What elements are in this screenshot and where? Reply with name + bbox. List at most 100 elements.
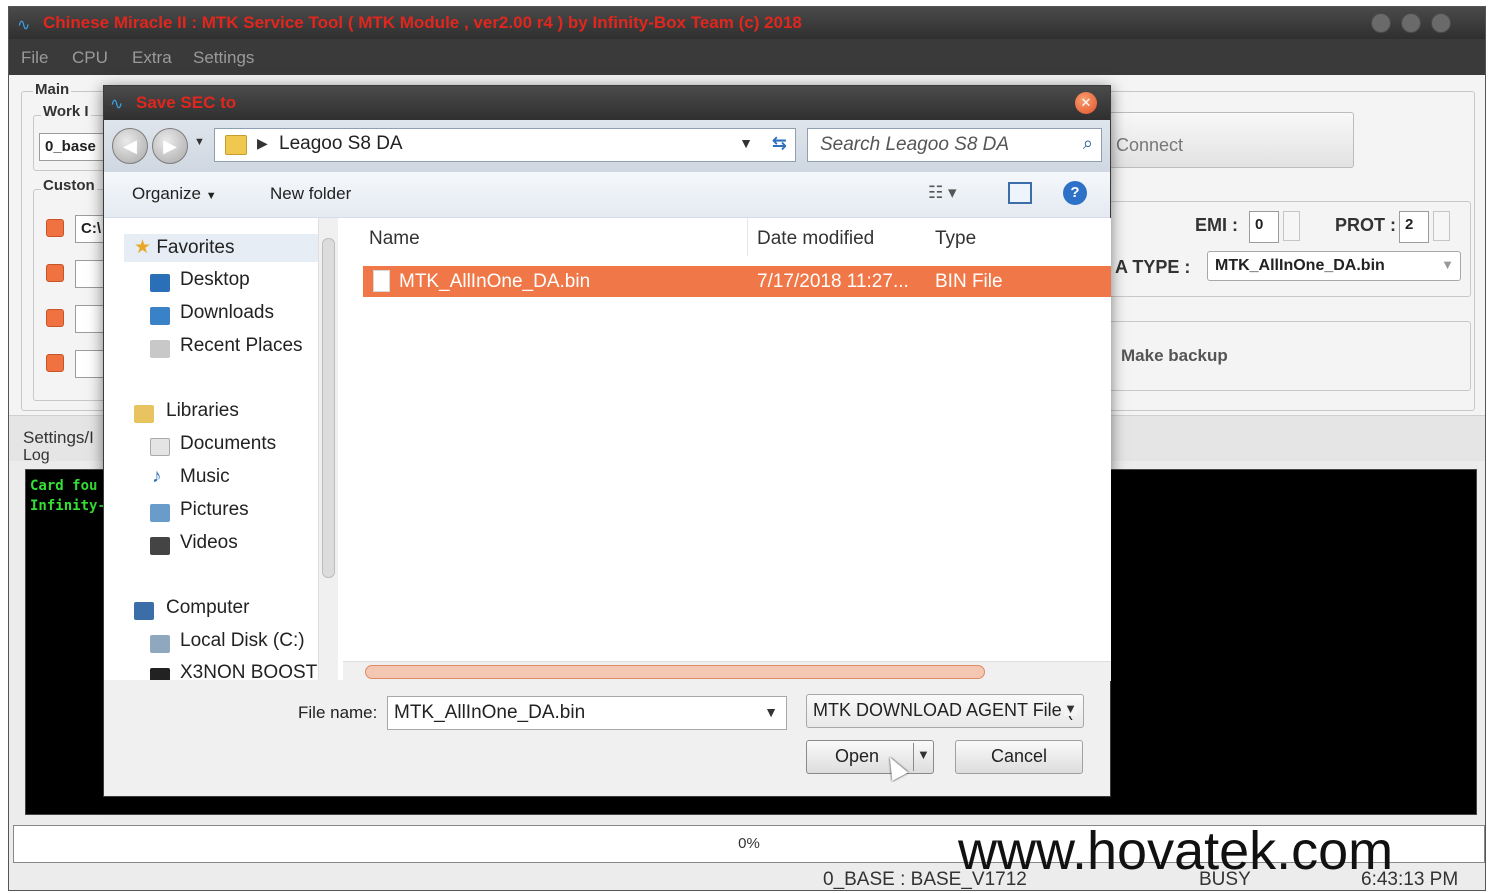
nav-documents[interactable]: Documents	[180, 433, 276, 455]
nav-desktop[interactable]: Desktop	[180, 269, 250, 291]
search-input[interactable]: Search Leagoo S8 DA ⌕	[807, 128, 1102, 162]
recent-pages-icon[interactable]: ▼	[194, 136, 205, 148]
dialog-titlebar[interactable]: ∿ Save SEC to ✕	[104, 86, 1110, 120]
file-list: Name Date modified Type MTK_AllInOne_DA.…	[341, 218, 1111, 680]
dialog-close-icon[interactable]: ✕	[1075, 92, 1097, 114]
address-row: ◀ ▶ ▼ ▶ Leagoo S8 DA ▼ ⇆ Search Leagoo S…	[104, 120, 1110, 172]
folder-icon	[225, 135, 247, 155]
column-name-header[interactable]: Name	[369, 228, 420, 250]
navigation-pane: ★ Favorites Desktop Downloads Recent Pla…	[104, 218, 341, 680]
sd-card-icon	[150, 668, 170, 680]
file-list-scrollbar[interactable]	[343, 661, 1111, 681]
toolbar: Organize ▼ New folder ☷ ▾ ?	[104, 172, 1110, 218]
file-type-value: MTK DOWNLOAD AGENT File (	[813, 700, 1073, 720]
search-placeholder: Search Leagoo S8 DA	[820, 134, 1010, 155]
app-title: Chinese Miracle II : MTK Service Tool ( …	[43, 13, 802, 32]
minimize-icon[interactable]	[1371, 13, 1391, 33]
nav-pictures[interactable]: Pictures	[180, 499, 249, 521]
connect-button[interactable]: Connect	[1109, 112, 1354, 168]
dialog-title: Save SEC to	[136, 93, 237, 112]
file-name-value: MTK_AllInOne_DA.bin	[394, 702, 586, 723]
address-bar[interactable]: ▶ Leagoo S8 DA ▼ ⇆	[214, 128, 796, 162]
nav-videos[interactable]: Videos	[180, 532, 238, 554]
nav-computer[interactable]: Computer	[166, 597, 249, 619]
cancel-button[interactable]: Cancel	[955, 740, 1083, 774]
help-icon[interactable]: ?	[1063, 181, 1087, 205]
emi-input[interactable]: 0	[1249, 211, 1279, 243]
chevron-down-icon[interactable]: ▼	[764, 704, 778, 720]
organize-label: Organize	[132, 184, 201, 203]
file-date: 7/17/2018 11:27...	[757, 271, 909, 292]
nav-downloads[interactable]: Downloads	[180, 302, 274, 324]
forward-icon[interactable]: ▶	[152, 128, 188, 164]
dialog-logo-icon: ∿	[110, 96, 124, 113]
custom-checkbox-3[interactable]	[46, 309, 64, 327]
menu-file[interactable]: File	[21, 48, 48, 68]
prot-input[interactable]: 2	[1399, 211, 1429, 243]
column-date-header[interactable]: Date modified	[757, 228, 874, 250]
emi-spinner[interactable]	[1283, 211, 1300, 241]
app-titlebar[interactable]: ∿ Chinese Miracle II : MTK Service Tool …	[9, 7, 1485, 39]
nav-libraries[interactable]: Libraries	[166, 400, 239, 422]
menu-settings[interactable]: Settings	[193, 48, 254, 68]
back-icon[interactable]: ◀	[112, 128, 148, 164]
nav-favorites[interactable]: ★ Favorites	[134, 236, 234, 259]
music-icon: ♪	[152, 466, 162, 487]
file-name: MTK_AllInOne_DA.bin	[399, 271, 591, 292]
work-group-label: Work I	[41, 103, 91, 120]
da-type-value: MTK_AllInOne_DA.bin	[1215, 257, 1385, 274]
computer-icon	[134, 602, 154, 620]
menu-cpu[interactable]: CPU	[72, 48, 108, 68]
maximize-icon[interactable]	[1401, 13, 1421, 33]
watermark: www.hovatek.com	[958, 821, 1394, 881]
breadcrumb[interactable]: Leagoo S8 DA	[279, 133, 403, 155]
desktop-icon	[150, 274, 170, 292]
recent-places-icon	[150, 340, 170, 358]
file-list-scrollbar-thumb[interactable]	[365, 665, 985, 679]
nav-local-disk[interactable]: Local Disk (C:)	[180, 630, 305, 652]
prot-label: PROT :	[1335, 215, 1396, 235]
chevron-down-icon: ▼	[1441, 257, 1454, 272]
search-icon[interactable]: ⌕	[1083, 133, 1093, 154]
custom-checkbox-2[interactable]	[46, 264, 64, 282]
open-button[interactable]: Open ▼	[806, 740, 934, 774]
file-type-select[interactable]: MTK DOWNLOAD AGENT File ( ▼	[806, 694, 1084, 728]
nav-scrollbar[interactable]	[318, 218, 338, 680]
file-name-label: File name:	[298, 703, 378, 722]
nav-scrollbar-thumb[interactable]	[322, 238, 335, 578]
prot-spinner[interactable]	[1433, 211, 1450, 241]
save-dialog: ∿ Save SEC to ✕ ◀ ▶ ▼ ▶ Leagoo S8 DA ▼ ⇆…	[103, 85, 1111, 797]
libraries-icon	[134, 405, 154, 423]
address-dropdown-icon[interactable]: ▼	[739, 135, 753, 151]
organize-button[interactable]: Organize ▼	[132, 184, 217, 204]
file-row[interactable]: MTK_AllInOne_DA.bin 7/17/2018 11:27... B…	[363, 266, 1111, 297]
nav-music[interactable]: Music	[180, 466, 230, 488]
breadcrumb-chevron-icon[interactable]: ▶	[257, 135, 268, 152]
nav-recent-places[interactable]: Recent Places	[180, 335, 303, 357]
refresh-icon[interactable]: ⇆	[772, 133, 787, 154]
new-folder-button[interactable]: New folder	[270, 184, 351, 204]
connect-button-label: Connect	[1116, 135, 1184, 155]
chevron-down-icon[interactable]: ▼	[917, 747, 930, 762]
da-type-select[interactable]: MTK_AllInOne_DA.bin ▼	[1207, 251, 1461, 281]
column-type-header[interactable]: Type	[935, 228, 976, 250]
tab-settings[interactable]: Settings/I	[23, 428, 94, 448]
pictures-icon	[150, 504, 170, 522]
menu-extra[interactable]: Extra	[132, 48, 172, 68]
local-disk-icon	[150, 635, 170, 653]
split-divider	[913, 743, 914, 771]
open-button-label: Open	[835, 746, 880, 766]
nav-x3non-boost[interactable]: X3NON BOOST	[180, 662, 317, 680]
chevron-down-icon: ▼	[205, 190, 217, 202]
star-icon: ★	[134, 237, 152, 258]
custom-checkbox-1[interactable]	[46, 219, 64, 237]
preview-pane-icon[interactable]	[1008, 182, 1032, 204]
file-name-input[interactable]: MTK_AllInOne_DA.bin ▼	[387, 696, 787, 730]
documents-icon	[150, 438, 170, 456]
view-options-icon[interactable]: ☷ ▾	[928, 183, 957, 203]
make-backup-label[interactable]: Make backup	[1121, 346, 1228, 366]
file-icon	[373, 270, 390, 292]
close-icon[interactable]	[1431, 13, 1451, 33]
custom-checkbox-4[interactable]	[46, 354, 64, 372]
log-line: Card fou	[30, 478, 98, 494]
